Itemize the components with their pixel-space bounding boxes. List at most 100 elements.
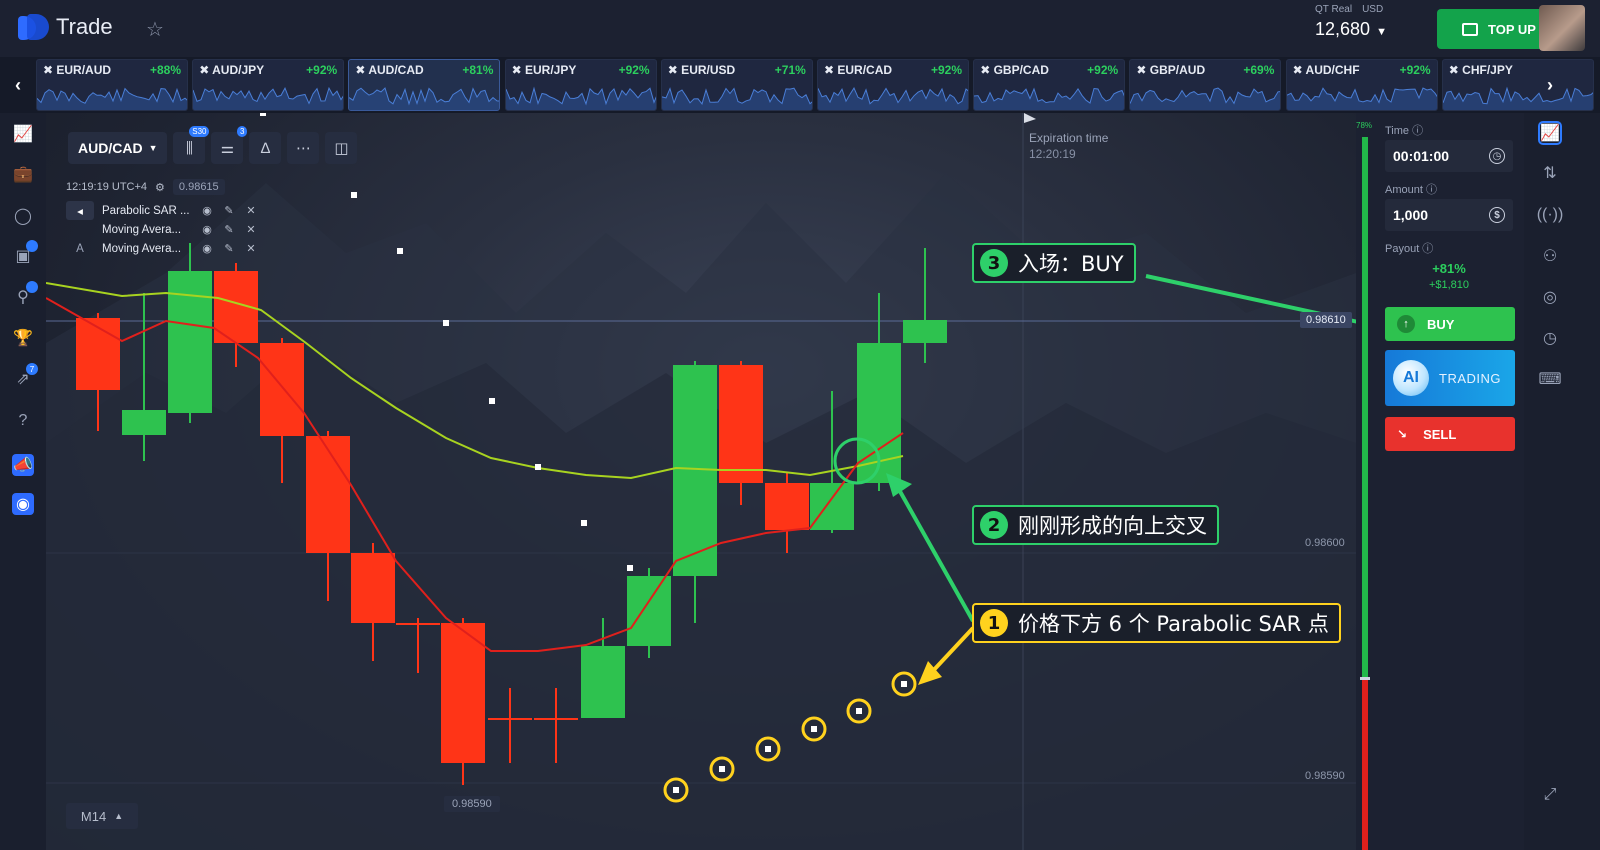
more-button[interactable]: ⋯ — [287, 132, 320, 164]
candles-type-button[interactable]: ⫼ S30 — [173, 126, 210, 164]
candle-body — [122, 410, 166, 435]
candle-body — [396, 623, 440, 625]
indicator-row: A Moving Avera... ◉ ✎ ✕ — [66, 239, 258, 258]
sar-dot — [719, 766, 725, 772]
sell-button[interactable]: ↘ SELL — [1385, 417, 1515, 451]
payout-box: +81% +$1,810 — [1385, 261, 1513, 301]
callout-crossover: 2 刚刚形成的向上交叉 — [972, 505, 1219, 545]
time-field[interactable]: 00:01:00 ◷ — [1385, 140, 1513, 172]
chevron-right-icon[interactable]: › — [1532, 57, 1568, 113]
asset-tab[interactable]: ✖ EUR/AUD +88% — [36, 59, 188, 111]
eye-icon[interactable]: ◉ — [200, 223, 214, 236]
chart-icon[interactable]: 📈 — [12, 123, 34, 145]
briefcase-icon[interactable]: 💼 — [12, 163, 34, 185]
signals-icon[interactable]: ((·)) — [1537, 203, 1564, 227]
sar-dot — [765, 746, 771, 752]
asset-name: ✖ GBP/AUD — [1136, 63, 1206, 77]
sentiment-bar — [1360, 137, 1370, 850]
pencil-icon[interactable]: ✎ — [222, 242, 236, 255]
drawing-tools-button[interactable]: ∆ — [249, 132, 282, 164]
logo[interactable]: Trade — [18, 14, 113, 40]
pair-selector[interactable]: AUD/CAD ▼ — [68, 132, 168, 164]
sar-dot — [856, 708, 862, 714]
asset-tab[interactable]: ✖ EUR/CAD +92% — [817, 59, 969, 111]
payout-amount: +$1,810 — [1428, 279, 1470, 291]
trades-chart-icon[interactable]: 📈 — [1538, 121, 1562, 145]
megaphone-icon[interactable]: 📣 — [12, 454, 34, 476]
layout-button[interactable]: ◫ — [325, 132, 358, 164]
clock-icon[interactable]: ◷ — [1489, 148, 1505, 164]
indicator-row: Moving Avera... ◉ ✎ ✕ — [66, 220, 258, 239]
asset-sparkline — [1130, 87, 1281, 110]
keyboard-icon[interactable]: ⌨ — [1538, 367, 1562, 391]
asset-name: ✖ EUR/JPY — [511, 63, 577, 77]
sar-dot — [627, 565, 633, 571]
asset-tab[interactable]: ✖ GBP/AUD +69% — [1129, 59, 1282, 111]
pencil-icon[interactable]: ✎ — [222, 204, 236, 217]
help-icon[interactable]: ? — [12, 410, 34, 432]
close-icon[interactable]: ✕ — [244, 242, 258, 255]
fullscreen-icon[interactable]: ⤢ — [1538, 783, 1562, 807]
collapse-icon[interactable]: ◂ — [66, 201, 94, 220]
users-icon[interactable]: ⚇ — [1538, 244, 1562, 268]
asset-tab[interactable]: ✖ GBP/CAD +92% — [973, 59, 1126, 111]
callout-text: 刚刚形成的向上交叉 — [1018, 514, 1207, 538]
asset-payout: +81% — [462, 63, 494, 77]
candle-body — [488, 718, 532, 720]
close-icon[interactable]: ✕ — [244, 204, 258, 217]
account-selector[interactable]: QT Real USD 12,680 ▼ — [1315, 4, 1387, 40]
asset-tab[interactable]: ✖ EUR/JPY +92% — [504, 59, 657, 111]
asset-sparkline — [37, 87, 187, 110]
share-badge: 7 — [26, 363, 38, 375]
network-icon[interactable]: ⚲ — [12, 281, 38, 308]
ai-trading-button[interactable]: AI TRADING — [1385, 350, 1515, 406]
indicator-name: Parabolic SAR ... — [102, 204, 190, 217]
indicators-button[interactable]: ⚌ 3 — [211, 126, 248, 164]
arrow-up-icon: ↑ — [1397, 315, 1415, 333]
dollar-icon[interactable]: $ — [1489, 207, 1505, 223]
candle-body — [810, 483, 854, 530]
buy-button[interactable]: ↑ BUY — [1385, 307, 1515, 341]
eye-icon[interactable]: ◉ — [200, 242, 214, 255]
text-icon: A — [76, 242, 84, 255]
amount-field[interactable]: 1,000 $ — [1385, 199, 1513, 231]
buy-label: BUY — [1427, 316, 1455, 332]
candle-body — [260, 343, 304, 436]
asset-sparkline — [1286, 87, 1437, 110]
callout-text: 价格下方 6 个 Parabolic SAR 点 — [1018, 612, 1329, 636]
share-icon[interactable]: ⇗ 7 — [12, 363, 38, 390]
gear-icon[interactable]: ⚙ — [155, 181, 165, 194]
sar-dot — [397, 248, 403, 254]
timeframe-selector[interactable]: M14 ▲ — [66, 803, 138, 829]
candle-body — [765, 483, 809, 530]
chevron-left-icon[interactable]: ‹ — [0, 57, 36, 113]
pencil-icon[interactable]: ✎ — [222, 223, 236, 236]
asset-name: ✖ EUR/USD — [667, 63, 736, 77]
timeframe-label: M14 — [80, 808, 107, 824]
asset-tab[interactable]: ✖ AUD/CAD +81% — [348, 59, 501, 111]
target-icon[interactable]: ◎ — [1538, 285, 1562, 309]
asset-sparkline — [661, 87, 812, 110]
app-icon[interactable]: ◉ — [12, 493, 34, 515]
star-icon[interactable]: ☆ — [146, 17, 164, 42]
asset-tab[interactable]: ✖ AUD/JPY +92% — [192, 59, 345, 111]
asset-sparkline — [349, 87, 500, 110]
expiration-info: Expiration time 12:20:19 — [1029, 130, 1108, 162]
sar-dot — [443, 320, 449, 326]
trophy-icon[interactable]: 🏆 — [12, 327, 34, 349]
time-info: 12:19:19 UTC+4 ⚙ 0.98615 — [66, 179, 225, 195]
user-icon[interactable]: ◯ — [12, 205, 34, 227]
rocket-icon[interactable]: ▣ — [12, 240, 38, 267]
asset-tab[interactable]: ✖ CHF/JPY — [1441, 59, 1594, 111]
eye-icon[interactable]: ◉ — [200, 204, 214, 217]
indicator-name: Moving Avera... — [102, 223, 182, 236]
asset-payout: +92% — [1087, 63, 1119, 77]
asset-tab[interactable]: ✖ AUD/CHF +92% — [1285, 59, 1438, 111]
asset-tab[interactable]: ✖ EUR/USD +71% — [660, 59, 813, 111]
swap-arrows-icon[interactable]: ⇅ — [1538, 161, 1562, 185]
close-icon[interactable]: ✕ — [244, 223, 258, 236]
callout-number: 3 — [980, 249, 1008, 277]
history-icon[interactable]: ◷ — [1538, 326, 1562, 350]
avatar[interactable] — [1539, 5, 1585, 51]
candle-body — [441, 623, 485, 763]
